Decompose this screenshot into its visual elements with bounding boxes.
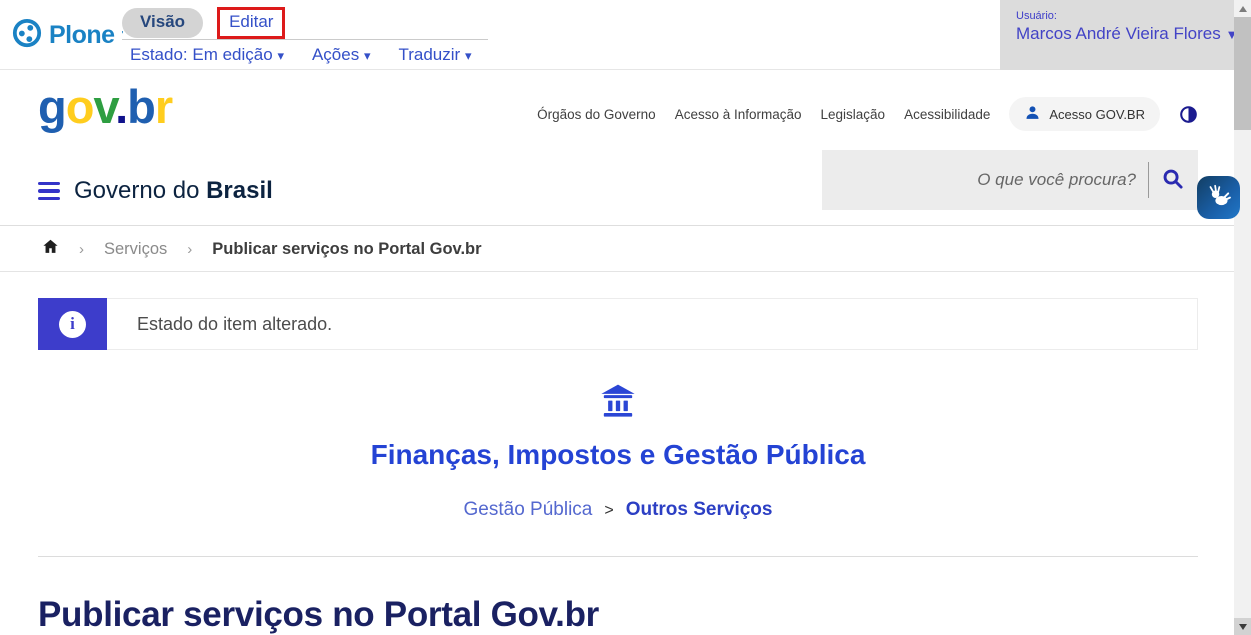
search-button[interactable] — [1159, 165, 1186, 195]
nav-orgaos-do-governo[interactable]: Órgãos do Governo — [537, 107, 656, 122]
plone-govbr-page: Plone' Visão Editar Estado: Em edição ▾ … — [0, 0, 1251, 635]
breadcrumb-separator: › — [79, 241, 84, 258]
govbr-header: gov.br Órgãos do Governo Acesso à Inform… — [0, 71, 1251, 226]
menu-acoes-label: Ações — [312, 45, 359, 64]
toolbar-tabs: Visão Editar — [122, 7, 285, 39]
logo-letter: . — [115, 80, 127, 133]
login-button[interactable]: Acesso GOV.BR — [1009, 97, 1160, 131]
site-title-bold: Brasil — [206, 177, 273, 204]
user-menu[interactable]: Usuário: Marcos André Vieira Flores ▼ — [1000, 0, 1234, 70]
tab-editar[interactable]: Editar — [217, 7, 285, 39]
chevron-down-icon: ▾ — [465, 48, 472, 63]
govbr-logo[interactable]: gov.br — [38, 79, 172, 134]
scrollbar-thumb[interactable] — [1234, 17, 1251, 130]
plone-logo-text: Plone — [49, 21, 115, 50]
menu-estado-label: Estado: Em edição — [130, 45, 273, 64]
vertical-scrollbar[interactable] — [1234, 0, 1251, 635]
tab-underline — [122, 39, 488, 40]
chevron-down-icon: ▾ — [277, 48, 284, 63]
login-button-label: Acesso GOV.BR — [1049, 107, 1145, 122]
breadcrumb-servicos[interactable]: Serviços — [104, 240, 167, 259]
logo-letter: g — [38, 80, 66, 133]
menu-traduzir-label: Traduzir — [398, 45, 460, 64]
contrast-toggle-icon[interactable] — [1179, 105, 1198, 124]
tab-visao[interactable]: Visão — [122, 8, 203, 38]
scrollbar-down-arrow[interactable] — [1234, 618, 1251, 635]
menu-traduzir[interactable]: Traduzir ▾ — [398, 45, 471, 65]
page-title: Publicar serviços no Portal Gov.br — [38, 595, 599, 635]
category-title: Finanças, Impostos e Gestão Pública — [38, 439, 1198, 471]
chevron-down-icon: ▾ — [364, 48, 371, 63]
nav-legislacao[interactable]: Legislação — [821, 107, 886, 122]
user-name-text: Marcos André Vieira Flores — [1016, 24, 1221, 43]
bank-icon — [598, 408, 638, 425]
person-icon — [1024, 104, 1041, 124]
site-title[interactable]: Governo do Brasil — [74, 177, 273, 205]
menu-estado[interactable]: Estado: Em edição ▾ — [130, 45, 284, 65]
plone-toolbar: Plone' Visão Editar Estado: Em edição ▾ … — [0, 0, 1251, 70]
section-divider — [38, 556, 1198, 557]
breadcrumb-current: Publicar serviços no Portal Gov.br — [212, 240, 481, 259]
category-icon-wrap — [38, 384, 1198, 426]
logo-letter: o — [66, 80, 94, 133]
logo-letter: r — [155, 80, 172, 133]
plone-logo[interactable]: Plone' — [12, 18, 124, 53]
search-divider — [1148, 162, 1149, 198]
toolbar-menus: Estado: Em edição ▾ Ações ▾ Traduzir ▾ — [130, 45, 471, 65]
scrollbar-up-arrow[interactable] — [1234, 0, 1251, 17]
plone-logo-icon — [12, 18, 42, 53]
sign-language-hands-icon — [1205, 182, 1232, 214]
vlibras-button[interactable] — [1197, 176, 1240, 219]
nav-acesso-a-informacao[interactable]: Acesso à Informação — [675, 107, 802, 122]
category-parent-link[interactable]: Gestão Pública — [464, 499, 593, 520]
search-bar — [822, 150, 1198, 210]
breadcrumb: › Serviços › Publicar serviços no Portal… — [0, 227, 1251, 272]
logo-letter: b — [127, 80, 155, 133]
category-separator: > — [604, 502, 613, 519]
alert-message: Estado do item alterado. — [107, 298, 1198, 350]
alert-icon-box: i — [38, 298, 107, 350]
category-current-link[interactable]: Outros Serviços — [626, 499, 773, 520]
user-name: Marcos André Vieira Flores ▼ — [1016, 24, 1234, 44]
status-alert: i Estado do item alterado. — [38, 298, 1198, 350]
breadcrumb-separator: › — [187, 241, 192, 258]
user-label: Usuário: — [1016, 10, 1234, 22]
logo-letter: v — [93, 80, 115, 133]
category-breadcrumb: Gestão Pública > Outros Serviços — [38, 499, 1198, 521]
hamburger-menu-icon[interactable] — [38, 182, 60, 201]
search-input[interactable] — [856, 170, 1136, 190]
header-nav: Órgãos do Governo Acesso à Informação Le… — [537, 97, 1198, 131]
site-title-regular: Governo do — [74, 177, 199, 204]
site-title-row: Governo do Brasil — [38, 177, 273, 205]
home-icon[interactable] — [42, 238, 59, 260]
search-icon — [1161, 167, 1184, 193]
nav-acessibilidade[interactable]: Acessibilidade — [904, 107, 990, 122]
menu-acoes[interactable]: Ações ▾ — [312, 45, 371, 65]
info-icon: i — [59, 311, 86, 338]
